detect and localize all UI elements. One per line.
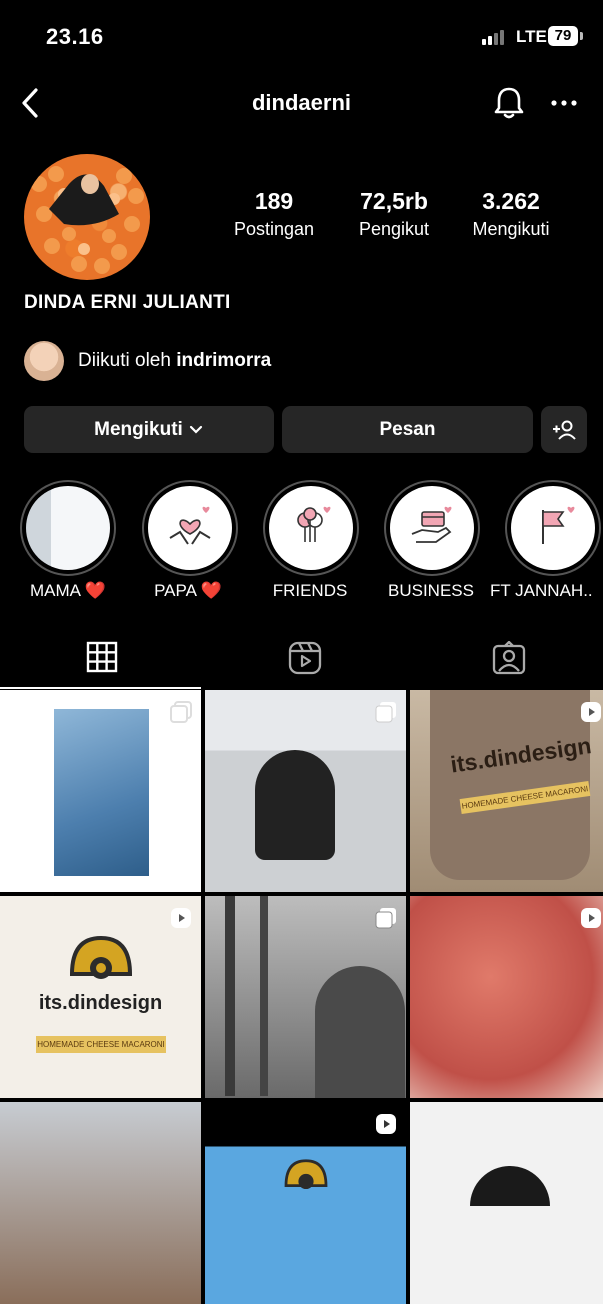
followed-by-prefix: Diikuti oleh <box>78 350 171 371</box>
highlight-papa[interactable] <box>142 480 238 576</box>
followed-by-text[interactable]: Diikuti oleh indrimorra <box>78 350 271 372</box>
tab-tagged[interactable] <box>492 640 526 680</box>
network-type: LTE <box>516 27 547 46</box>
status-time: 23.16 <box>46 24 104 49</box>
post-thumbnail[interactable] <box>0 1102 201 1304</box>
battery-icon: 79 <box>548 26 578 46</box>
post-image <box>54 709 149 876</box>
highlight-papa-label: PAPA ❤️ <box>154 581 222 600</box>
highlight-friends[interactable] <box>263 480 359 576</box>
message-button[interactable]: Pesan <box>282 406 533 453</box>
post-image-tree <box>260 896 268 1096</box>
reel-icon <box>581 702 601 722</box>
highlight-mama-label: MAMA ❤️ <box>30 581 106 600</box>
highlight-mama-cover <box>26 486 110 570</box>
stat-posts[interactable]: 189 Postingan <box>224 188 324 240</box>
post-thumbnail[interactable] <box>205 1102 406 1304</box>
active-tab-indicator <box>0 687 201 689</box>
stat-posts-value: 189 <box>254 188 294 214</box>
profile-full-name: DINDA ERNI JULIANTI <box>24 292 231 313</box>
post-thumbnail[interactable] <box>410 896 603 1098</box>
battery-tip <box>580 32 583 40</box>
post-image <box>470 1166 550 1206</box>
tagged-person-icon <box>492 640 526 675</box>
post-image <box>255 750 335 860</box>
bell-icon[interactable] <box>492 85 526 121</box>
reels-icon <box>288 641 322 675</box>
reel-icon <box>581 908 601 928</box>
balloons-icon <box>269 486 353 570</box>
highlight-mama[interactable] <box>20 480 116 576</box>
carousel-icon <box>375 702 396 723</box>
highlight-business-label: BUSINESS <box>388 581 474 600</box>
flag-icon <box>511 486 595 570</box>
stat-followers[interactable]: 72,5rb Pengikut <box>344 188 444 240</box>
post-thumbnail[interactable] <box>205 690 406 892</box>
carousel-icon <box>170 701 192 723</box>
post-caption-brand: its.dindesign <box>38 992 163 1014</box>
reel-icon <box>376 1114 396 1134</box>
highlight-ft-jannah[interactable] <box>505 480 601 576</box>
stat-following-value: 3.262 <box>482 188 540 214</box>
reel-icon <box>171 908 191 928</box>
post-thumbnail[interactable] <box>0 690 201 892</box>
stat-following[interactable]: 3.262 Mengikuti <box>460 188 562 240</box>
post-image <box>225 896 235 1096</box>
message-button-label: Pesan <box>379 418 436 440</box>
tab-reels[interactable] <box>288 641 322 680</box>
suggest-user-button[interactable] <box>541 406 587 453</box>
post-thumbnail[interactable]: its.dindesign HOMEMADE CHEESE MACARONI <box>410 690 603 892</box>
stat-posts-label: Postingan <box>233 219 315 239</box>
post-thumbnail[interactable] <box>410 1102 603 1304</box>
carousel-icon <box>375 908 396 929</box>
chevron-down-icon <box>189 425 202 434</box>
following-button[interactable]: Mengikuti <box>24 406 274 453</box>
followed-by-user[interactable]: indrimorra <box>176 350 271 371</box>
following-button-label: Mengikuti <box>94 418 183 440</box>
post-image-person <box>315 966 405 1098</box>
brand-logo-icon <box>69 935 133 979</box>
highlight-ft-jannah-label: FT JANNAH.. <box>490 581 593 600</box>
highlight-friends-label: FRIENDS <box>272 581 348 600</box>
tab-grid[interactable] <box>86 641 118 678</box>
more-options-icon[interactable] <box>550 96 578 110</box>
brand-logo-icon <box>284 1159 328 1190</box>
heart-hands-icon <box>148 486 232 570</box>
post-thumbnail[interactable]: its.dindesign HOMEMADE CHEESE MACARONI <box>0 896 201 1098</box>
post-thumbnail[interactable] <box>205 896 406 1098</box>
stat-followers-value: 72,5rb <box>360 188 428 214</box>
payment-card-icon <box>390 486 474 570</box>
mutual-follower-avatar[interactable] <box>24 341 64 381</box>
signal-icon <box>482 30 504 45</box>
stat-followers-label: Pengikut <box>358 219 430 239</box>
profile-avatar[interactable] <box>24 154 150 280</box>
post-caption-sub: HOMEMADE CHEESE MACARONI <box>36 1036 166 1053</box>
grid-icon <box>86 641 118 673</box>
add-person-icon <box>553 420 576 440</box>
highlight-business[interactable] <box>384 480 480 576</box>
stat-following-label: Mengikuti <box>472 219 550 239</box>
